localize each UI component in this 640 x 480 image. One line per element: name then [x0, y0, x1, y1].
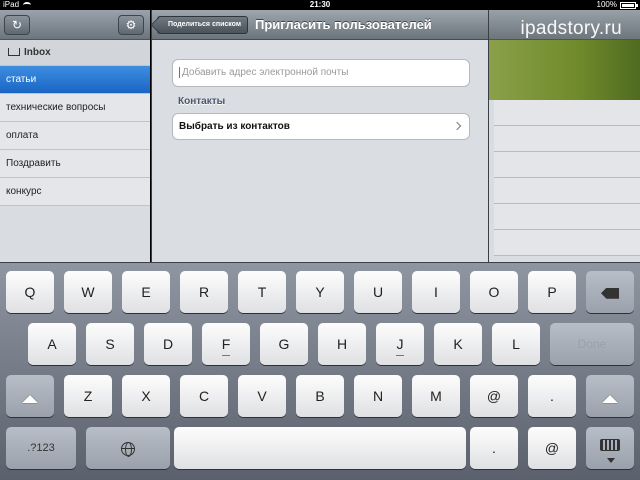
battery-fill [622, 3, 634, 7]
detail-pane: ipadstory.ru [488, 10, 640, 262]
email-placeholder: Добавить адрес электронной почты [182, 67, 349, 78]
globe-icon [121, 442, 135, 458]
key-n[interactable]: N [354, 375, 402, 417]
delete-key[interactable] [586, 271, 634, 313]
modal-title: Пригласить пользователей [255, 17, 432, 32]
text-caret [179, 66, 180, 78]
key-period[interactable]: . [528, 375, 576, 417]
table-row[interactable] [494, 178, 640, 204]
refresh-button[interactable]: ↻ [4, 15, 30, 35]
invite-users-popover: Поделиться списком Пригласить пользовате… [151, 10, 489, 262]
keyboard-icon [600, 439, 620, 452]
table-row[interactable] [494, 100, 640, 126]
back-button[interactable]: Поделиться списком [157, 16, 249, 34]
key-h[interactable]: H [318, 323, 366, 365]
key-at[interactable]: @ [470, 375, 518, 417]
detail-rows [488, 100, 640, 256]
list-item-payment[interactable]: оплата [0, 122, 150, 150]
choose-contacts-label: Выбрать из контактов [179, 121, 290, 132]
table-row[interactable] [494, 230, 640, 256]
home-row-marker [222, 355, 230, 356]
backspace-icon [601, 287, 619, 299]
table-row[interactable] [494, 204, 640, 230]
key-c[interactable]: C [180, 375, 228, 417]
key-l[interactable]: L [492, 323, 540, 365]
key-j[interactable]: J [376, 323, 424, 365]
arrow-down-icon [607, 458, 615, 463]
space-key[interactable] [174, 427, 466, 469]
email-input[interactable]: Добавить адрес электронной почты [172, 59, 470, 87]
key-t[interactable]: T [238, 271, 286, 313]
list-item-label: Inbox [24, 47, 51, 58]
table-row[interactable] [494, 152, 640, 178]
key-o[interactable]: O [470, 271, 518, 313]
key-j-label: J [396, 336, 404, 352]
watermark: ipadstory.ru [520, 18, 622, 39]
key-g[interactable]: G [260, 323, 308, 365]
shift-key-right[interactable] [586, 375, 634, 417]
list-item-articles[interactable]: статьи [0, 66, 150, 94]
shift-icon [22, 395, 38, 403]
list-item-label: конкурс [6, 186, 42, 197]
modal-nav-bar: Поделиться списком Пригласить пользовате… [152, 10, 488, 40]
header-banner [488, 40, 640, 100]
key-d[interactable]: D [144, 323, 192, 365]
key-x[interactable]: X [122, 375, 170, 417]
list-item-label: технические вопросы [6, 102, 106, 113]
key-s[interactable]: S [86, 323, 134, 365]
list-item-label: статьи [6, 74, 37, 85]
key-m[interactable]: M [412, 375, 460, 417]
list-item-label: оплата [6, 130, 39, 141]
list-item-congratulate[interactable]: Поздравить [0, 150, 150, 178]
key-r[interactable]: R [180, 271, 228, 313]
done-key[interactable]: Done [550, 323, 634, 365]
key-f[interactable]: F [202, 323, 250, 365]
key-u[interactable]: U [354, 271, 402, 313]
gear-icon: ⚙ [125, 18, 137, 32]
list-item-inbox[interactable]: Inbox [0, 40, 150, 66]
home-row-marker [396, 355, 404, 356]
inbox-tray-icon [8, 48, 20, 57]
key-z[interactable]: Z [64, 375, 112, 417]
mailbox-list-pane: ↻ ⚙ Inbox статьи технические вопросы опл… [0, 10, 150, 262]
globe-key[interactable] [86, 427, 170, 469]
key-v[interactable]: V [238, 375, 286, 417]
hide-keyboard-key[interactable] [586, 427, 634, 469]
numbers-key[interactable]: .?123 [6, 427, 76, 469]
contacts-section-header: Контакты [178, 96, 226, 107]
list-item-label: Поздравить [6, 158, 61, 169]
battery-icon [620, 1, 638, 9]
list-item-contest[interactable]: конкурс [0, 178, 150, 206]
chevron-right-icon [452, 121, 462, 131]
key-f-label: F [221, 336, 231, 352]
key-i[interactable]: I [412, 271, 460, 313]
table-row[interactable] [494, 126, 640, 152]
key-b[interactable]: B [296, 375, 344, 417]
battery-percent: 100% [596, 0, 617, 9]
key-p[interactable]: P [528, 271, 576, 313]
back-button-label: Поделиться списком [168, 21, 242, 28]
key-w[interactable]: W [64, 271, 112, 313]
key-period-2[interactable]: . [470, 427, 518, 469]
status-bar: iPad 21:30 100% [0, 0, 640, 10]
list-item-tech-questions[interactable]: технические вопросы [0, 94, 150, 122]
key-a[interactable]: A [28, 323, 76, 365]
refresh-icon: ↻ [11, 18, 23, 32]
choose-contacts-button[interactable]: Выбрать из контактов [172, 113, 470, 140]
settings-button[interactable]: ⚙ [118, 15, 144, 35]
shift-key-left[interactable] [6, 375, 54, 417]
onscreen-keyboard: Q W E R T Y U I O P A S D F G H J K L Do… [0, 262, 640, 480]
key-y[interactable]: Y [296, 271, 344, 313]
mailbox-list: Inbox статьи технические вопросы оплата … [0, 40, 150, 206]
key-e[interactable]: E [122, 271, 170, 313]
status-time: 21:30 [309, 0, 331, 9]
key-at-2[interactable]: @ [528, 427, 576, 469]
right-toolbar: ipadstory.ru [488, 10, 640, 40]
left-toolbar: ↻ ⚙ [0, 10, 150, 40]
status-right: 100% [596, 0, 638, 10]
shift-icon [602, 395, 618, 403]
key-q[interactable]: Q [6, 271, 54, 313]
key-k[interactable]: K [434, 323, 482, 365]
